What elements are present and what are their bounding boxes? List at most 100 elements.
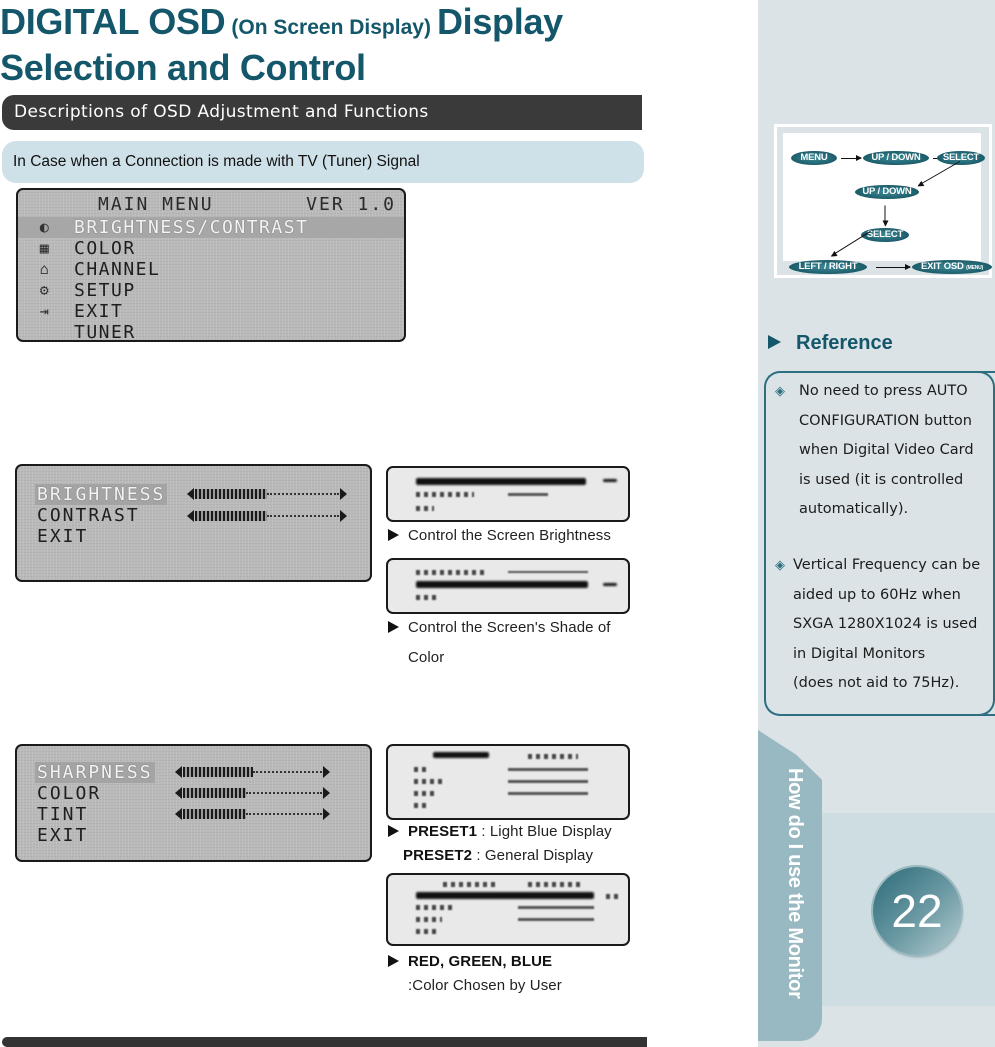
reference-line: (does not aid to 75Hz). (793, 675, 960, 691)
reference-line: SXGA 1280X1024 is used (793, 616, 978, 632)
thumb-bar (603, 583, 617, 586)
exit-osd-sub: (MENU) (966, 265, 984, 271)
menu-item-color: ▦ COLOR (18, 238, 404, 259)
reference-line: is used (it is controlled (799, 471, 964, 488)
flow-node-exit-osd: EXIT OSD (MENU) (912, 260, 992, 274)
thumb-dots (416, 570, 486, 575)
tint-slider (175, 808, 330, 820)
caption-brightness: Control the Screen Brightness (388, 521, 611, 551)
reference-item: ◈ No need to press AUTO CONFIGURATION bu… (775, 377, 995, 525)
thumb-dots (528, 754, 578, 759)
flow-diagram-canvas: MENU UP / DOWN SELECT UP / DOWN SELECT (783, 133, 985, 261)
slider-track (267, 515, 339, 517)
flow-node-left-right: LEFT / RIGHT (789, 260, 867, 274)
menu-item-tuner: TUNER (18, 322, 404, 342)
caption-presets: PRESET1 : Light Blue Display PRESET2 : G… (388, 820, 612, 868)
reference-line: when Digital Video Card (799, 442, 974, 458)
reference-title: Reference (768, 332, 893, 355)
osd-item-exit: EXIT (37, 526, 89, 547)
reference-box: ◈ No need to press AUTO CONFIGURATION bu… (764, 371, 995, 716)
setup-icon: ⚙ (39, 281, 51, 299)
slider-fill (183, 788, 246, 798)
thumb-line (508, 792, 588, 795)
thumb-dots (416, 917, 442, 922)
arrow-diagonal-icon (917, 161, 961, 186)
exit-osd-label: EXIT OSD (920, 261, 964, 272)
rgb-value: :Color Chosen by User (408, 977, 562, 994)
menu-item-label: EXIT (74, 301, 124, 322)
left-arrow-icon (175, 808, 182, 820)
title-line2: Selection and Control (0, 47, 366, 88)
menu-item-label: TUNER (74, 322, 136, 342)
thumb-dots (416, 905, 456, 910)
left-arrow-icon (187, 510, 194, 522)
menu-item-brightness-contrast: ◐ BRIGHTNESS/CONTRAST (18, 217, 404, 238)
slider-track (253, 771, 322, 773)
flow-diagram: MENU UP / DOWN SELECT UP / DOWN SELECT L… (774, 124, 992, 278)
chapter-tab-label: How do I use the Monitor (784, 768, 806, 999)
brightness-icon: ◐ (39, 218, 51, 236)
preset2-key: PRESET2 (403, 847, 473, 864)
tv-icon: ⌂ (39, 260, 51, 278)
flow-node-select-2: SELECT (861, 228, 909, 242)
reference-line: Vertical Frequency can be (793, 557, 981, 573)
arrow-diagonal-icon (831, 230, 871, 257)
thumb-line (518, 918, 594, 921)
reference-line: aided up to 60Hz when (793, 586, 961, 603)
title-part2: (On Screen Display) (231, 16, 431, 39)
thumb-dots (414, 803, 430, 808)
thumb-dots (606, 894, 618, 899)
flow-node-updown-2: UP / DOWN (855, 185, 919, 199)
color-slider (175, 787, 330, 799)
slider-track (267, 493, 339, 495)
triangle-bullet-icon (768, 335, 781, 349)
reference-line: in Digital Monitors (793, 645, 926, 662)
reference-line: No need to press AUTO (799, 383, 968, 399)
title-part3: Display (436, 1, 563, 42)
shade-thumbnail (386, 558, 630, 614)
left-arrow-icon (175, 766, 182, 778)
contrast-slider (187, 510, 347, 522)
right-arrow-icon (340, 488, 347, 500)
thumb-bar (603, 479, 617, 482)
page-number: 22 (873, 867, 961, 955)
triangle-bullet-icon (388, 825, 399, 837)
case-label: In Case when a Connection is made with T… (2, 141, 644, 183)
flow-node-menu: MENU (791, 151, 837, 165)
osd-item-color: COLOR (37, 783, 102, 804)
menu-item-label: BRIGHTNESS/CONTRAST (74, 217, 309, 238)
right-arrow-icon (323, 787, 330, 799)
preset1-value: : Light Blue Display (477, 823, 612, 840)
color-icon: ▦ (39, 239, 51, 257)
caption-text: Control the Screen Brightness (408, 527, 612, 544)
thumb-dots (414, 791, 436, 796)
left-arrow-icon (187, 488, 194, 500)
rgb-key: RED, GREEN, BLUE (408, 953, 553, 970)
thumb-dots (416, 506, 434, 511)
menu-item-channel: ⌂ CHANNEL (18, 259, 404, 280)
sharpness-slider (175, 766, 330, 778)
thumb-line (518, 906, 594, 909)
thumb-line (508, 571, 588, 573)
thumb-line (508, 493, 548, 496)
diamond-bullet-icon: ◈ (775, 558, 785, 573)
reference-line: automatically). (799, 501, 909, 517)
thumb-bar (433, 752, 489, 758)
osd-item-contrast: CONTRAST (37, 505, 140, 526)
thumb-dots (414, 767, 430, 772)
arrow-right-icon (841, 154, 862, 161)
caption-shade: Control the Screen's Shade of Color (388, 613, 633, 673)
left-arrow-icon (175, 787, 182, 799)
reference-item: ◈ Vertical Frequency can be aided up to … (775, 551, 995, 699)
osd-item-tint: TINT (37, 804, 89, 825)
brightness-contrast-osd: BRIGHTNESS CONTRAST EXIT (15, 464, 372, 582)
thumb-dots (416, 492, 474, 497)
osd-item-brightness: BRIGHTNESS (35, 484, 168, 505)
thumb-dots (416, 595, 436, 600)
thumb-bar (416, 478, 586, 485)
section-header: Descriptions of OSD Adjustment and Funct… (2, 95, 642, 130)
thumb-dots (416, 929, 438, 934)
sidebar: MENU UP / DOWN SELECT UP / DOWN SELECT L… (758, 0, 995, 1047)
rgb-thumbnail (386, 873, 630, 946)
flow-node-select-1: SELECT (937, 151, 985, 165)
